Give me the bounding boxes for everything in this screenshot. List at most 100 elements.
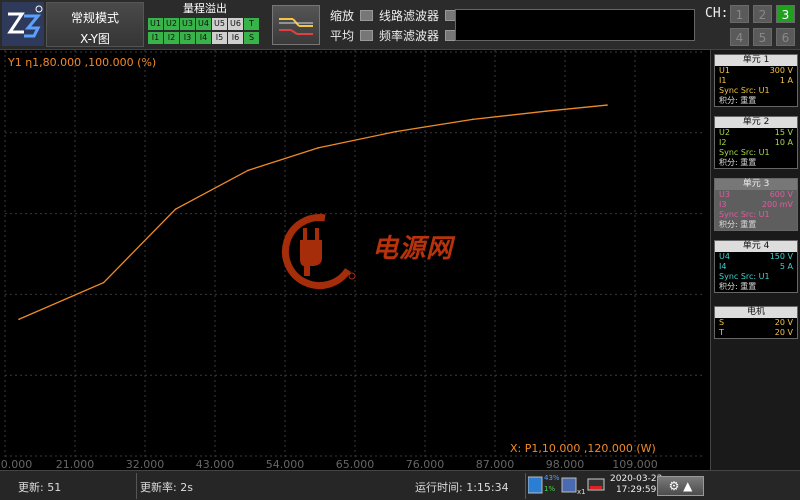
mode-label: 常规模式 xyxy=(70,11,119,25)
unit-1-voltage: U1 300 V xyxy=(715,66,797,76)
voltage-chip-u1: U1 xyxy=(148,18,163,30)
filter-icon xyxy=(279,18,313,35)
x-tick-label: 76.000 xyxy=(406,458,445,470)
record-indicator xyxy=(590,486,602,489)
mode-selector[interactable]: 常规模式 X-Y图 xyxy=(46,2,144,47)
motor-s-value: 20 V xyxy=(774,318,793,327)
unit-1-u-key: U1 xyxy=(719,66,730,75)
channel-label: CH: xyxy=(705,6,729,21)
data-point xyxy=(606,104,608,106)
current-chip-i5: I5 xyxy=(212,32,227,44)
status-divider xyxy=(136,473,137,499)
unit-4-title: 单元 4 xyxy=(715,241,797,252)
unit-1-title: 单元 1 xyxy=(715,55,797,66)
x-tick-label: 10.000 xyxy=(0,458,32,470)
motor-torque: T 20 V xyxy=(715,328,797,338)
channel-button-6[interactable]: 6 xyxy=(776,28,795,46)
voltage-chip-u6: U6 xyxy=(228,18,243,30)
unit-1-integration: 积分: 重置 xyxy=(719,96,757,105)
network-icon xyxy=(561,477,577,493)
unit-2-integration: 积分: 重置 xyxy=(719,158,757,167)
clock: 2020-03-23 17:29:59 xyxy=(610,474,662,496)
unit-4-sync: Sync Src: U1 xyxy=(719,272,770,281)
motor-card[interactable]: 电机 S 20 V T 20 V xyxy=(714,306,798,339)
unit-2-title: 单元 2 xyxy=(715,117,797,128)
data-point xyxy=(394,130,397,133)
voltage-chip-u2: U2 xyxy=(164,18,179,30)
x-tick-label: 109.000 xyxy=(612,458,658,470)
unit-3-card[interactable]: 单元 3 U3 600 V I3 200 mV Sync Src: U1 积分:… xyxy=(714,178,798,231)
unit-4-card[interactable]: 单元 4 U4 150 V I4 5 A Sync Src: U1 积分: 重置 xyxy=(714,240,798,293)
channel-button-3[interactable]: 3 xyxy=(776,5,795,23)
message-display xyxy=(455,9,695,41)
channel-button-1[interactable]: 1 xyxy=(730,5,749,23)
unit-3-u-value: 600 V xyxy=(769,190,793,199)
filter-settings-button[interactable] xyxy=(272,5,320,45)
current-overflow-chips: I1 I2 I3 I4 I5 I6 S xyxy=(146,32,264,44)
unit-2-current: I2 10 A xyxy=(715,138,797,148)
status-bar: 更新: 51 更新率: 2s 运行时间: 1:15:34 43% 1% x1 2… xyxy=(0,470,800,500)
zoom-checkbox[interactable] xyxy=(360,10,374,21)
brand-logo xyxy=(2,2,44,46)
channel-button-5[interactable]: 5 xyxy=(753,28,772,46)
runtime-label: 运行时间: xyxy=(415,481,467,494)
current-chip-i3: I3 xyxy=(180,32,195,44)
current-chip-i1: I1 xyxy=(148,32,163,44)
average-option[interactable]: 平均 频率滤波器 xyxy=(330,27,464,44)
channel-button-2[interactable]: 2 xyxy=(753,5,772,23)
data-point xyxy=(317,147,319,149)
voltage-chip-u4: U4 xyxy=(196,18,211,30)
time-text: 17:29:59 xyxy=(615,485,657,495)
x-tick-label: 32.000 xyxy=(126,458,165,470)
x-tick-label: 43.000 xyxy=(196,458,235,470)
update-count: 更新: 51 xyxy=(18,481,62,494)
unit-2-card[interactable]: 单元 2 U2 15 V I2 10 A Sync Src: U1 积分: 重置 xyxy=(714,116,798,169)
unit-4-u-value: 150 V xyxy=(769,252,793,261)
unit-4-i-value: 5 A xyxy=(779,262,793,271)
freq-filter-label: 频率滤波器 xyxy=(379,29,440,43)
unit-1-sync: Sync Src: U1 xyxy=(719,86,770,95)
zoom-option[interactable]: 缩放 线路滤波器 xyxy=(330,7,464,24)
motor-t-value: 20 V xyxy=(774,328,793,337)
view-label: X-Y图 xyxy=(80,32,110,46)
x-tick-label: 65.000 xyxy=(336,458,375,470)
watermark-text: 电源网 xyxy=(372,234,454,264)
runtime-value: 1:15:34 xyxy=(466,481,509,494)
data-point xyxy=(102,281,105,284)
motor-title: 电机 xyxy=(715,307,797,318)
unit-3-sync: Sync Src: U1 xyxy=(719,210,770,219)
current-chip-i6: I6 xyxy=(228,32,243,44)
zoom-factor: x1 xyxy=(577,488,586,496)
unit-3-i-value: 200 mV xyxy=(761,200,793,209)
settings-menu-button[interactable]: ⚙ ▲ xyxy=(657,476,704,496)
average-label: 平均 xyxy=(330,29,355,43)
data-point xyxy=(18,318,20,321)
runtime: 运行时间: 1:15:34 xyxy=(415,479,509,495)
unit-4-voltage: U4 150 V xyxy=(715,252,797,262)
unit-1-u-value: 300 V xyxy=(769,66,793,75)
unit-2-i-key: I2 xyxy=(719,138,727,147)
channel-button-4[interactable]: 4 xyxy=(730,28,749,46)
channel-info-panel: 单元 1 U1 300 V I1 1 A Sync Src: U1 积分: 重置… xyxy=(710,50,800,470)
system-indicators xyxy=(527,475,608,500)
x-tick-label: 21.000 xyxy=(56,458,95,470)
date-text: 2020-03-23 xyxy=(610,474,663,484)
cpu-icon xyxy=(527,476,543,494)
unit-3-i-key: I3 xyxy=(719,200,727,209)
line-filter-label: 线路滤波器 xyxy=(379,9,440,23)
unit-1-i-key: I1 xyxy=(719,76,727,85)
voltage-chip-u5: U5 xyxy=(212,18,227,30)
x-tick-label: 54.000 xyxy=(266,458,305,470)
zoom-label: 缩放 xyxy=(330,9,355,23)
unit-4-integration: 积分: 重置 xyxy=(719,282,757,291)
x-axis-title: X: P1,10.000 ,120.000 (W) xyxy=(510,442,656,455)
voltage-overflow-chips: U1 U2 U3 U4 U5 U6 T xyxy=(146,18,264,30)
average-checkbox[interactable] xyxy=(360,30,374,41)
data-point xyxy=(471,118,474,121)
y-axis-title: Y1 η1,80.000 ,100.000 (%) xyxy=(8,56,157,69)
unit-1-card[interactable]: 单元 1 U1 300 V I1 1 A Sync Src: U1 积分: 重置 xyxy=(714,54,798,107)
memory-usage: 1% xyxy=(544,485,556,493)
unit-4-i-key: I4 xyxy=(719,262,727,271)
current-chip-s: S xyxy=(244,32,259,44)
unit-2-u-key: U2 xyxy=(719,128,730,137)
